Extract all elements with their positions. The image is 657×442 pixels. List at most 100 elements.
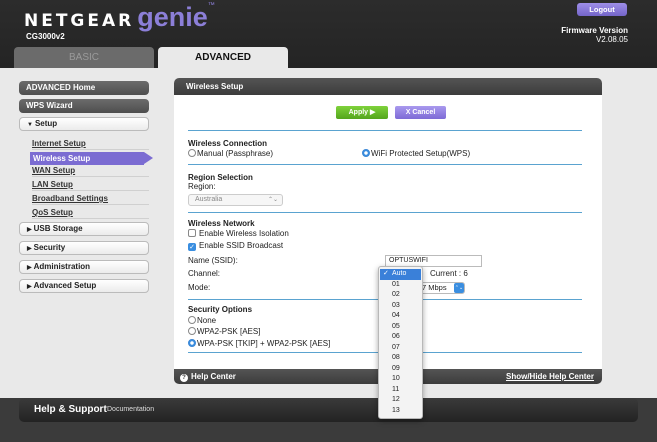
channel-option[interactable]: 06 xyxy=(379,332,422,343)
checkbox-label: Enable SSID Broadcast xyxy=(199,241,284,250)
channel-option[interactable]: 05 xyxy=(379,322,422,333)
show-hide-help-link[interactable]: Show/Hide Help Center xyxy=(506,369,594,384)
channel-option[interactable]: 02 xyxy=(379,290,422,301)
router-model: CG3000v2 xyxy=(26,32,65,41)
collapsed-arrow-icon: ▶ xyxy=(27,246,32,252)
radio-icon xyxy=(188,149,196,157)
radio-selected-icon xyxy=(188,339,196,347)
help-support-title: Help & Support xyxy=(34,404,107,415)
region-value: Australia xyxy=(195,196,223,203)
region-select[interactable]: Australia ⌃⌄ xyxy=(188,194,283,206)
channel-option[interactable]: 10 xyxy=(379,374,422,385)
current-channel: Current : 6 xyxy=(430,269,468,278)
channel-option[interactable]: 04 xyxy=(379,311,422,322)
sidebar-item-administration[interactable]: ▶ Administration xyxy=(19,260,149,274)
help-support-bar: Help & Support Documentation xyxy=(19,398,638,422)
ssid-label: Name (SSID): xyxy=(188,256,238,265)
sidebar-item-security[interactable]: ▶ Security xyxy=(19,241,149,255)
sidebar-sub-wan-setup[interactable]: WAN Setup xyxy=(32,165,149,177)
mode-select[interactable]: 7 Mbps ⌃⌄ xyxy=(418,282,465,294)
checkbox-label: Enable Wireless Isolation xyxy=(199,229,289,238)
radio-label: Manual (Passphrase) xyxy=(197,149,274,158)
sidebar-item-label: Setup xyxy=(34,119,58,128)
channel-option-label: Auto xyxy=(392,270,407,277)
security-none-radio[interactable]: None xyxy=(188,316,216,325)
brand-product: genie xyxy=(137,2,208,32)
sidebar-item-label: USB Storage xyxy=(33,224,83,233)
wireless-network-title: Wireless Network xyxy=(188,219,255,228)
radio-label: WPA2-PSK [AES] xyxy=(197,327,261,336)
channel-option[interactable]: 09 xyxy=(379,364,422,375)
sidebar-sub-wireless-setup[interactable]: Wireless Setup xyxy=(30,152,144,165)
wireless-isolation-checkbox[interactable]: Enable Wireless Isolation xyxy=(188,229,289,238)
channel-option[interactable]: 08 xyxy=(379,353,422,364)
divider xyxy=(188,212,582,213)
mode-label: Mode: xyxy=(188,283,211,292)
security-wpa-wpa2-radio[interactable]: WPA-PSK [TKIP] + WPA2-PSK [AES] xyxy=(188,339,330,348)
channel-option[interactable]: 07 xyxy=(379,343,422,354)
collapsed-arrow-icon: ▶ xyxy=(27,227,32,233)
ssid-broadcast-checkbox[interactable]: ✓ Enable SSID Broadcast xyxy=(188,241,283,251)
brand-name: NETGEAR xyxy=(24,11,135,31)
header: NETGEAR genie™ CG3000v2 Logout Firmware V… xyxy=(0,0,657,69)
select-arrows-icon: ⌃⌄ xyxy=(454,283,464,293)
help-center-link[interactable]: ? Help Center xyxy=(180,369,236,384)
channel-option[interactable]: 11 xyxy=(379,385,422,396)
sidebar-item-usb-storage[interactable]: ▶ USB Storage xyxy=(19,222,149,236)
security-options-title: Security Options xyxy=(188,305,253,314)
region-label: Region: xyxy=(188,182,216,191)
sidebar-item-label: Administration xyxy=(33,262,91,271)
channel-option[interactable]: 03 xyxy=(379,301,422,312)
firmware-version-value: V2.08.05 xyxy=(595,35,628,44)
active-pointer-icon xyxy=(144,152,153,164)
sidebar-item-advanced-setup[interactable]: ▶ Advanced Setup xyxy=(19,279,149,293)
netgear-genie-logo: NETGEAR genie™ xyxy=(24,2,215,33)
documentation-link[interactable]: Documentation xyxy=(107,406,154,413)
divider xyxy=(188,164,582,165)
collapsed-arrow-icon: ▶ xyxy=(27,284,32,290)
sidebar-item-label: Security xyxy=(33,243,66,252)
channel-option[interactable]: ✓ Auto xyxy=(380,269,421,280)
radio-icon xyxy=(188,327,196,335)
sidebar-sub-qos-setup[interactable]: QoS Setup xyxy=(32,207,149,219)
checkbox-icon xyxy=(188,229,196,237)
tab-basic[interactable]: BASIC xyxy=(14,47,154,69)
channel-option[interactable]: 01 xyxy=(379,280,422,291)
radio-label: WiFi Protected Setup(WPS) xyxy=(371,149,471,158)
select-arrows-icon: ⌃⌄ xyxy=(267,197,278,203)
radio-label: WPA-PSK [TKIP] + WPA2-PSK [AES] xyxy=(197,339,331,348)
divider xyxy=(188,130,582,131)
trademark-mark: ™ xyxy=(207,2,215,9)
sidebar-item-label: Advanced Setup xyxy=(33,281,97,290)
help-icon: ? xyxy=(180,374,188,382)
wireless-connection-title: Wireless Connection xyxy=(188,139,268,148)
logout-button[interactable]: Logout xyxy=(577,3,627,16)
expanded-arrow-icon: ▼ xyxy=(27,122,33,128)
firmware-version-label: Firmware Version xyxy=(561,26,628,35)
tab-advanced[interactable]: ADVANCED xyxy=(158,47,288,69)
sidebar-sub-broadband-settings[interactable]: Broadband Settings xyxy=(32,193,149,205)
apply-button[interactable]: Apply ▶ xyxy=(336,106,388,119)
region-selection-title: Region Selection xyxy=(188,173,253,182)
wps-radio[interactable]: WiFi Protected Setup(WPS) xyxy=(362,149,470,158)
sidebar-sub-internet-setup[interactable]: Internet Setup xyxy=(32,138,149,150)
check-icon: ✓ xyxy=(383,270,389,277)
channel-option[interactable]: 13 xyxy=(379,406,422,417)
channel-dropdown-menu[interactable]: ✓ Auto 01 02 03 04 05 06 07 08 09 10 11 1… xyxy=(378,266,423,419)
channel-option[interactable]: 12 xyxy=(379,395,422,406)
cancel-button[interactable]: X Cancel xyxy=(395,106,446,119)
security-wpa2-radio[interactable]: WPA2-PSK [AES] xyxy=(188,327,260,336)
radio-icon xyxy=(188,316,196,324)
sidebar-item-advanced-home[interactable]: ADVANCED Home xyxy=(19,81,149,95)
sidebar-item-setup[interactable]: ▼ Setup xyxy=(19,117,149,131)
checkbox-checked-icon: ✓ xyxy=(188,243,196,251)
channel-label: Channel: xyxy=(188,269,221,278)
panel-title: Wireless Setup xyxy=(174,78,602,95)
sidebar-sub-lan-setup[interactable]: LAN Setup xyxy=(32,179,149,191)
mode-value: 7 Mbps xyxy=(422,283,447,292)
help-center-label: Help Center xyxy=(191,372,236,381)
radio-label: None xyxy=(197,316,217,325)
collapsed-arrow-icon: ▶ xyxy=(27,265,32,271)
sidebar-item-wps-wizard[interactable]: WPS Wizard xyxy=(19,99,149,113)
manual-passphrase-radio[interactable]: Manual (Passphrase) xyxy=(188,149,273,158)
